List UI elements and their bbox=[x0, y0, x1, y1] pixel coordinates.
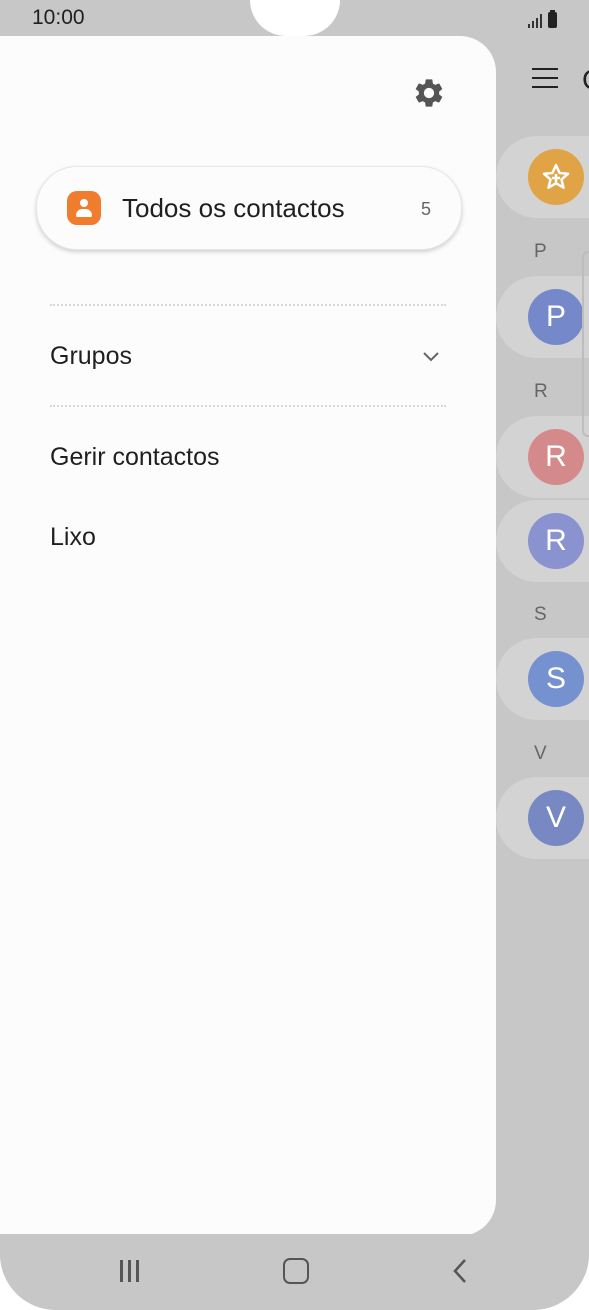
recent-apps-icon[interactable] bbox=[118, 1260, 142, 1282]
divider bbox=[50, 304, 446, 306]
signal-icon bbox=[528, 12, 542, 28]
avatar: R bbox=[528, 513, 584, 569]
gear-icon[interactable] bbox=[412, 76, 446, 110]
avatar: P bbox=[528, 289, 584, 345]
contacts-count: 5 bbox=[420, 199, 431, 219]
groups-item[interactable]: Grupos bbox=[50, 342, 132, 371]
star-icon bbox=[528, 149, 584, 205]
contact-row[interactable]: R bbox=[496, 416, 589, 498]
section-letter: R bbox=[534, 381, 548, 402]
section-letter: S bbox=[534, 604, 547, 625]
status-icons bbox=[528, 8, 557, 28]
contact-row[interactable]: R bbox=[496, 500, 589, 582]
all-contacts-button[interactable]: Todos os contactos 5 bbox=[36, 166, 462, 250]
chevron-down-icon[interactable] bbox=[422, 348, 440, 366]
contact-row[interactable]: P bbox=[496, 276, 589, 358]
avatar: S bbox=[528, 651, 584, 707]
favorites-row[interactable] bbox=[496, 136, 589, 218]
fast-scroll-handle[interactable] bbox=[582, 251, 589, 437]
contact-row[interactable]: S bbox=[496, 638, 589, 720]
phone-screen: 10:00 C P P R R R S S bbox=[0, 0, 589, 1310]
app-title-partial: C bbox=[582, 64, 589, 96]
section-letter: V bbox=[534, 743, 547, 764]
manage-contacts-item[interactable]: Gerir contactos bbox=[50, 443, 220, 472]
divider bbox=[50, 405, 446, 407]
section-letter: P bbox=[534, 241, 547, 262]
contacts-list-background: C P P R R R S S V V bbox=[496, 36, 589, 1234]
system-nav-bar bbox=[0, 1234, 589, 1310]
contact-row[interactable]: V bbox=[496, 777, 589, 859]
hamburger-icon[interactable] bbox=[532, 68, 558, 95]
battery-icon bbox=[548, 10, 557, 28]
home-icon[interactable] bbox=[283, 1258, 309, 1284]
navigation-drawer: Todos os contactos 5 Grupos Gerir contac… bbox=[0, 36, 496, 1236]
back-icon[interactable] bbox=[450, 1258, 470, 1284]
status-time: 10:00 bbox=[32, 6, 85, 29]
trash-item[interactable]: Lixo bbox=[50, 523, 96, 552]
avatar: V bbox=[528, 790, 584, 846]
all-contacts-label: Todos os contactos bbox=[122, 193, 345, 223]
avatar: R bbox=[528, 429, 584, 485]
person-icon bbox=[67, 191, 101, 225]
